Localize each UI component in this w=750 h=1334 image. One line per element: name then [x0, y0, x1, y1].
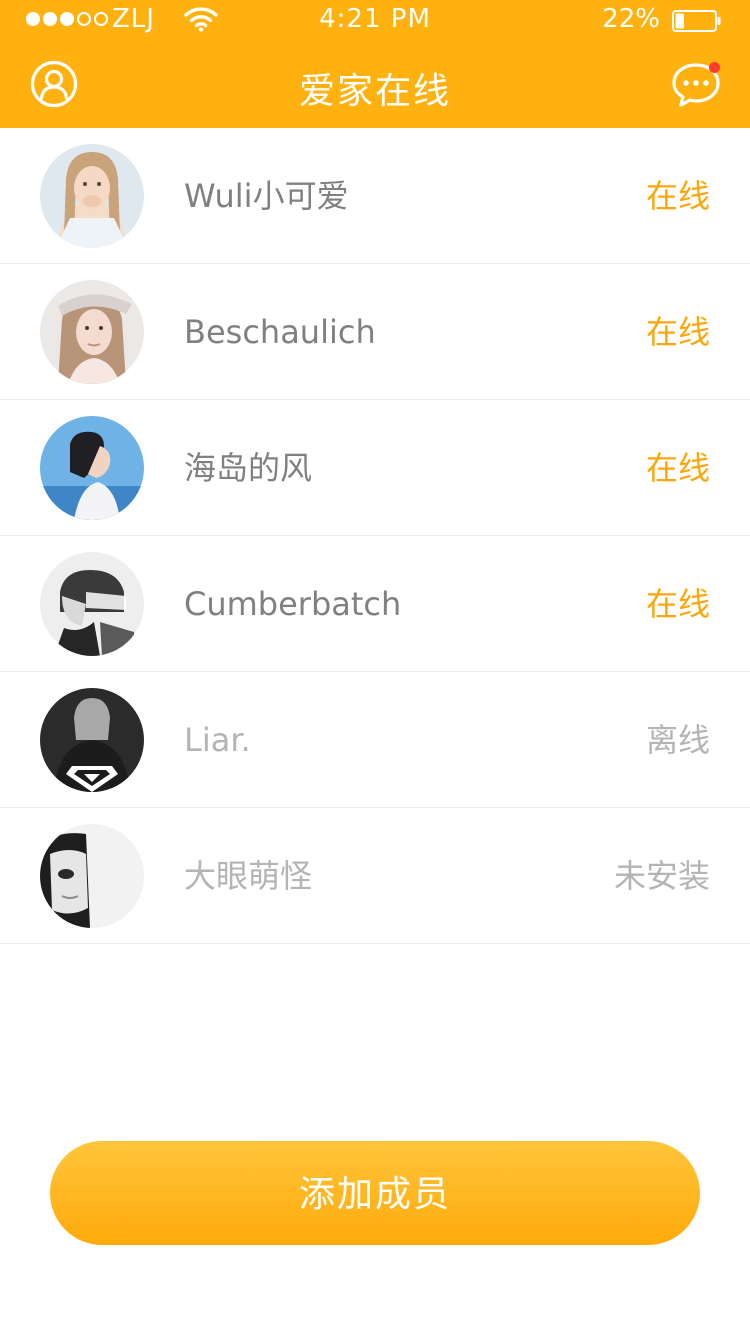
member-status: 离线	[645, 721, 710, 759]
app-screen: ZLJ 4:21 PM 22% 爱家在线 Wuli小可爱 在线 Beschaul…	[0, 0, 750, 1334]
member-status: 在线	[645, 449, 710, 487]
status-bar: ZLJ 4:21 PM 22%	[0, 0, 750, 40]
avatar	[40, 144, 144, 248]
add-member-button[interactable]: 添加成员	[50, 1141, 700, 1245]
list-item[interactable]: 海岛的风 在线	[0, 400, 750, 536]
avatar	[40, 280, 144, 384]
member-status: 在线	[645, 313, 710, 351]
list-item[interactable]: Cumberbatch 在线	[0, 536, 750, 672]
message-button[interactable]	[670, 60, 722, 110]
header: ZLJ 4:21 PM 22% 爱家在线	[0, 0, 750, 128]
member-status: 在线	[645, 177, 710, 215]
member-name: Wuli小可爱	[184, 177, 349, 215]
avatar	[40, 824, 144, 928]
member-name: Liar.	[184, 721, 251, 759]
battery-percent: 22%	[602, 4, 660, 34]
list-item[interactable]: 大眼萌怪 未安装	[0, 808, 750, 944]
avatar	[40, 552, 144, 656]
page-title: 爱家在线	[298, 71, 451, 112]
nav-bar: 爱家在线	[0, 40, 750, 128]
member-status: 在线	[645, 585, 710, 623]
member-list: Wuli小可爱 在线 Beschaulich 在线 海岛的风 在线 Cumber…	[0, 128, 750, 944]
member-name: 海岛的风	[184, 449, 313, 487]
member-name: Cumberbatch	[184, 585, 402, 623]
avatar	[40, 688, 144, 792]
list-item[interactable]: Wuli小可爱 在线	[0, 128, 750, 264]
battery-icon	[672, 10, 721, 32]
avatar	[40, 416, 144, 520]
notification-badge	[709, 62, 720, 73]
list-item[interactable]: Beschaulich 在线	[0, 264, 750, 400]
member-name: Beschaulich	[184, 313, 376, 351]
list-item[interactable]: Liar. 离线	[0, 672, 750, 808]
member-status: 未安装	[613, 857, 710, 895]
member-name: 大眼萌怪	[184, 857, 313, 895]
